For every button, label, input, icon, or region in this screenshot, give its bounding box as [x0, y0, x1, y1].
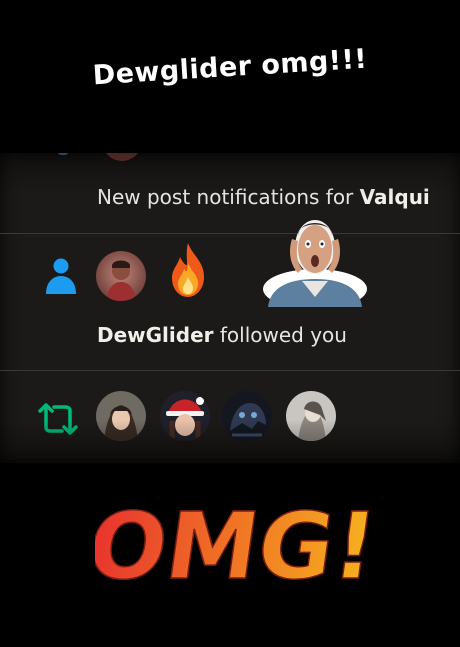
- reposter-avatar-4[interactable]: [286, 391, 336, 441]
- divider: [0, 233, 460, 234]
- reposter-avatar-1[interactable]: [96, 391, 146, 441]
- avatar: [102, 153, 142, 161]
- shocked-face-sticker: [263, 220, 367, 307]
- notification-feed: New post notifications for Valqui DewGli…: [0, 153, 460, 463]
- omg-text: OMG!: [95, 492, 384, 592]
- fire-emoji-icon: [172, 243, 204, 297]
- post-notification-user[interactable]: Valqui: [360, 185, 430, 209]
- post-notification-prefix: New post notifications for: [97, 185, 360, 209]
- repost-icon: [38, 403, 78, 435]
- omg-sticker: OMG!: [95, 492, 384, 592]
- follow-action-text: followed you: [213, 323, 347, 347]
- person-icon: [46, 258, 76, 294]
- reposter-avatar-3[interactable]: [222, 391, 272, 441]
- caption-overlay: Dewglider omg!!!: [0, 38, 460, 97]
- divider: [0, 370, 460, 371]
- post-notification-text[interactable]: New post notifications for Valqui: [97, 185, 430, 209]
- previous-notification-peek: [40, 153, 160, 165]
- bell-icon: [56, 153, 70, 155]
- reposter-avatar-2[interactable]: [160, 391, 210, 441]
- follow-notification-text[interactable]: DewGlider followed you: [97, 323, 347, 347]
- follower-avatar[interactable]: [96, 251, 146, 301]
- caption-text: Dewglider omg!!!: [91, 43, 369, 92]
- follower-username[interactable]: DewGlider: [97, 323, 214, 347]
